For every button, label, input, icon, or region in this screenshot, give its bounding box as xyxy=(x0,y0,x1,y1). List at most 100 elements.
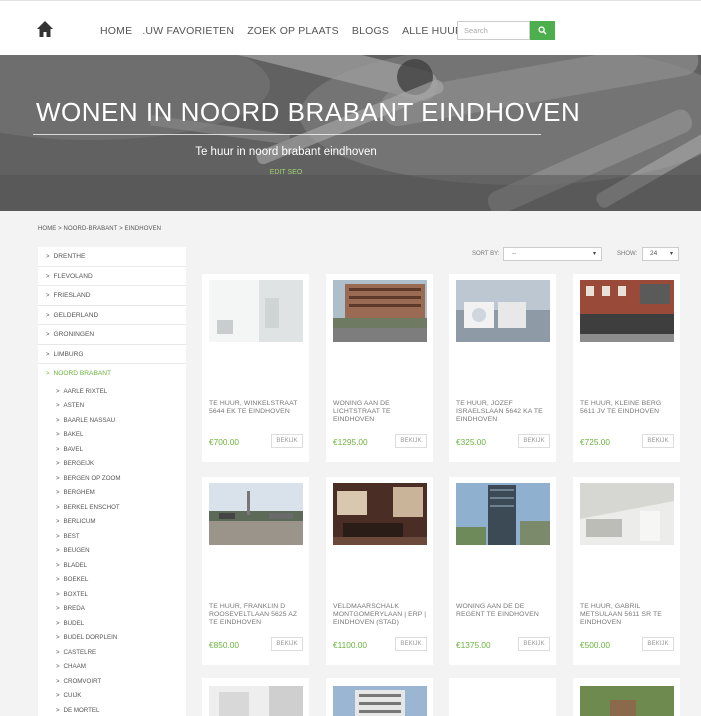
sidebar-city[interactable]: > BERLICUM xyxy=(38,514,186,529)
chevron-right-icon: > xyxy=(46,293,50,299)
listing-title[interactable]: WONING AAN DE DE REGENT TE EINDHOVEN xyxy=(456,603,552,619)
sidebar-city[interactable]: > BERKEL ENSCHOT xyxy=(38,500,186,515)
listing-photo[interactable] xyxy=(333,483,427,545)
sidebar-city[interactable]: > BAARLE NASSAU xyxy=(38,413,186,428)
sidebar-city[interactable]: > BAVEL xyxy=(38,442,186,457)
bekijk-button[interactable]: BEKIJK xyxy=(395,434,427,448)
listing-title[interactable]: VELDMAARSCHALK MONTGOMERYLAAN | ERP | EI… xyxy=(333,603,429,628)
chevron-right-icon: > xyxy=(56,548,60,554)
listing-card[interactable]: VELDMAARSCHALK MONTGOMERYLAAN | ERP | EI… xyxy=(326,477,433,665)
listing-title[interactable]: WONING AAN DE LICHTSTRAAT TE EINDHOVEN xyxy=(333,400,429,425)
listing-title[interactable]: TE HUUR, FRANKLIN D ROOSEVELTLAAN 5625 A… xyxy=(209,603,305,628)
sidebar-province[interactable]: > FRIESLAND xyxy=(38,286,186,306)
chevron-right-icon: > xyxy=(56,620,60,627)
chevron-right-icon: > xyxy=(46,351,50,358)
sidebar-province[interactable]: > GELDERLAND xyxy=(38,306,186,325)
listing-photo[interactable] xyxy=(209,280,303,342)
sidebar-province-active[interactable]: > NOORD BRABANT xyxy=(38,364,186,384)
edit-seo-link[interactable]: EDIT SEO xyxy=(0,169,572,176)
bekijk-button[interactable]: BEKIJK xyxy=(271,434,303,448)
bekijk-button[interactable]: BEKIJK xyxy=(642,434,674,448)
bekijk-button[interactable]: BEKIJK xyxy=(518,434,550,448)
sidebar-province[interactable]: > DRENTHE xyxy=(38,247,186,267)
nav-favorieten[interactable]: .UW FAVORIETEN xyxy=(142,25,234,37)
sidebar-city[interactable]: > CROMVOIRT xyxy=(38,674,186,689)
listing-card[interactable]: TE HUUR, JOZEF ISRAELSLAAN 5642 KA TE EI… xyxy=(449,274,556,462)
sidebar-city[interactable]: > BERGEN OP ZOOM xyxy=(38,471,186,486)
hero-keys-image xyxy=(0,55,701,211)
listing-price: €1375.00 xyxy=(456,640,491,650)
page-title: WONEN IN NOORD BRABANT EINDHOVEN xyxy=(36,97,581,127)
listing-photo[interactable] xyxy=(209,483,303,545)
nav-blogs[interactable]: BLOGS xyxy=(352,25,389,37)
sidebar-city[interactable]: > BUDEL xyxy=(38,616,186,631)
listing-photo[interactable] xyxy=(580,483,674,545)
nav-zoek-op-plaats[interactable]: ZOEK OP PLAATS xyxy=(247,25,339,37)
sidebar-city[interactable]: > CASTELRE xyxy=(38,645,186,660)
sidebar-province[interactable]: > FLEVOLAND xyxy=(38,267,186,286)
nav-home[interactable]: HOME xyxy=(100,25,132,37)
chevron-right-icon: > xyxy=(56,388,60,395)
bekijk-button[interactable]: BEKIJK xyxy=(271,637,303,651)
listing-title[interactable]: TE HUUR, WINKELSTRAAT 5644 EK TE EINDHOV… xyxy=(209,400,305,416)
sidebar-city[interactable]: > BEUGEN xyxy=(38,543,186,558)
listing-card-partial[interactable] xyxy=(573,678,680,716)
listing-photo[interactable] xyxy=(456,483,550,545)
listing-price: €725.00 xyxy=(580,437,610,447)
chevron-right-icon: > xyxy=(56,664,60,670)
chevron-right-icon: > xyxy=(46,273,50,280)
listing-photo xyxy=(209,686,303,716)
listing-title[interactable]: TE HUUR, JOZEF ISRAELSLAAN 5642 KA TE EI… xyxy=(456,400,552,425)
listing-price: €500.00 xyxy=(580,640,610,650)
sidebar-city[interactable]: > BERGEIJK xyxy=(38,456,186,471)
listing-price: €1100.00 xyxy=(333,640,367,650)
sidebar-city[interactable]: > BOXTEL xyxy=(38,587,186,602)
sidebar-city[interactable]: > ASTEN xyxy=(38,398,186,413)
search-icon xyxy=(538,26,547,35)
listing-card[interactable]: WONING AAN DE LICHTSTRAAT TE EINDHOVEN €1… xyxy=(326,274,433,462)
sidebar-city[interactable]: > BREDA xyxy=(38,601,186,616)
sidebar-city[interactable]: > BUDEL DORPLEIN xyxy=(38,630,186,645)
listing-price: €325.00 xyxy=(456,437,486,447)
listing-photo[interactable] xyxy=(333,280,427,342)
bekijk-button[interactable]: BEKIJK xyxy=(395,637,427,651)
listing-photo[interactable] xyxy=(456,280,550,342)
listing-card[interactable]: WONING AAN DE DE REGENT TE EINDHOVEN €137… xyxy=(449,477,556,665)
listing-title[interactable]: TE HUUR, KLEINE BERG 5611 JV TE EINDHOVE… xyxy=(580,400,676,416)
search-input[interactable]: Search xyxy=(457,21,530,40)
listing-card[interactable]: TE HUUR, GABRIL METSULAAN 5611 SR TE EIN… xyxy=(573,477,680,665)
listing-card[interactable]: TE HUUR, WINKELSTRAAT 5644 EK TE EINDHOV… xyxy=(202,274,309,462)
listing-photo xyxy=(580,686,674,716)
listing-card-partial[interactable] xyxy=(202,678,309,716)
sidebar-city[interactable]: > BERGHEM xyxy=(38,485,186,500)
listing-photo[interactable] xyxy=(580,280,674,342)
sidebar-city[interactable]: > BOEKEL xyxy=(38,572,186,587)
bekijk-button[interactable]: BEKIJK xyxy=(518,637,550,651)
sidebar-city[interactable]: > BAKEL xyxy=(38,427,186,442)
show-select[interactable]: 24 ▾ xyxy=(642,247,679,261)
home-icon[interactable] xyxy=(36,20,54,38)
sidebar-city[interactable]: > AARLE RIXTEL xyxy=(38,384,186,399)
sort-select[interactable]: -- ▾ xyxy=(503,247,602,261)
bekijk-button[interactable]: BEKIJK xyxy=(642,637,674,651)
sidebar-city[interactable]: > BEST xyxy=(38,529,186,544)
sidebar-city[interactable]: > CUIJK xyxy=(38,688,186,703)
listing-card-partial[interactable] xyxy=(326,678,433,716)
listing-card[interactable]: TE HUUR, FRANKLIN D ROOSEVELTLAAN 5625 A… xyxy=(202,477,309,665)
sidebar-province[interactable]: > LIMBURG xyxy=(38,345,186,364)
breadcrumb[interactable]: HOME > NOORD-BRABANT > EINDHOVEN xyxy=(38,226,161,232)
listing-card[interactable]: TE HUUR, KLEINE BERG 5611 JV TE EINDHOVE… xyxy=(573,274,680,462)
search-button[interactable] xyxy=(530,21,555,40)
sidebar-city[interactable]: > CHAAM xyxy=(38,659,186,674)
listing-card-partial[interactable] xyxy=(449,678,556,716)
sidebar-city[interactable]: > DE MORTEL xyxy=(38,703,186,716)
listing-price: €700.00 xyxy=(209,437,239,447)
listing-title[interactable]: TE HUUR, GABRIL METSULAAN 5611 SR TE EIN… xyxy=(580,603,676,628)
chevron-right-icon: > xyxy=(56,562,60,569)
chevron-right-icon: > xyxy=(46,332,50,338)
chevron-right-icon: > xyxy=(56,432,60,438)
sidebar-city[interactable]: > BLADEL xyxy=(38,558,186,573)
hero-banner: WONEN IN NOORD BRABANT EINDHOVEN Te huur… xyxy=(0,55,701,211)
chevron-right-icon: > xyxy=(56,577,60,583)
sidebar-province[interactable]: > GRONINGEN xyxy=(38,325,186,345)
